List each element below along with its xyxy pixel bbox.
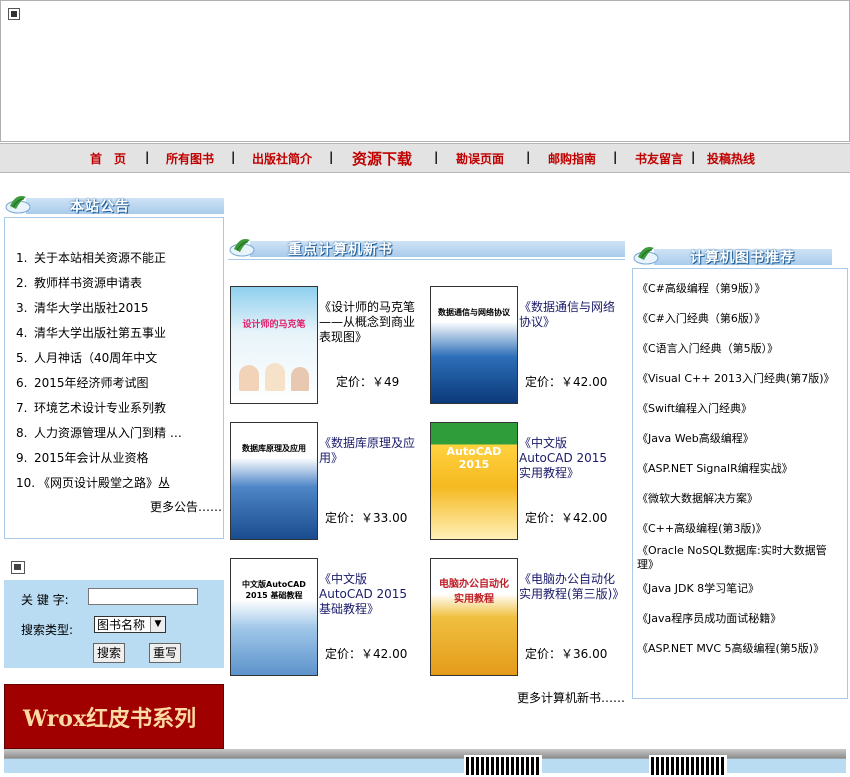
- recommend-item[interactable]: 《微软大数据解决方案》: [637, 490, 758, 506]
- book-leaf-icon: [229, 239, 255, 257]
- book-leaf-icon: [633, 247, 659, 265]
- reset-button[interactable]: 重写: [149, 643, 182, 663]
- book-title-link[interactable]: 《数据库原理及应用》: [319, 436, 419, 466]
- notice-list: 1. 关于本站相关资源不能正 2. 教师样书资源申请表 3. 清华大学出版社2015 …: [4, 217, 224, 539]
- notice-item[interactable]: 7. 环境艺术设计专业系列教: [16, 399, 216, 416]
- nav-separator: |: [145, 150, 150, 164]
- main-nav: 首 页 | 所有图书 | 出版社简介 | 资源下载 | 勘误页面 | 邮购指南 …: [0, 143, 850, 173]
- search-type-select[interactable]: 图书名称 ▼: [94, 616, 166, 633]
- recommend-item[interactable]: 《Java程序员成功面试秘籍》: [637, 610, 781, 626]
- notice-title: 本站公告: [70, 199, 130, 215]
- nav-separator: |: [691, 150, 696, 164]
- book-price: 定价：￥42.00: [325, 647, 408, 661]
- wrox-banner[interactable]: Wrox红皮书系列: [4, 684, 224, 749]
- nav-errata[interactable]: 勘误页面: [456, 150, 504, 167]
- nav-home[interactable]: 首 页: [90, 150, 126, 167]
- book-price: 定价：￥49: [336, 375, 400, 389]
- notice-header: 本站公告: [4, 191, 224, 217]
- broken-image-icon: [11, 561, 25, 574]
- book-title-link[interactable]: 《数据通信与网络协议》: [519, 300, 619, 330]
- featured-title: 重点计算机新书: [288, 242, 393, 258]
- notice-item[interactable]: 8. 人力资源管理从入门到精 …: [16, 424, 216, 441]
- recommend-item[interactable]: 《ASP.NET MVC 5高级编程(第5版)》: [637, 640, 824, 656]
- recommend-title: 计算机图书推荐: [690, 250, 795, 266]
- recommend-item[interactable]: 《Swift编程入门经典》: [637, 400, 752, 416]
- notice-item[interactable]: 2. 教师样书资源申请表: [16, 274, 216, 291]
- book-cover[interactable]: 数据库原理及应用: [230, 422, 318, 540]
- notice-item[interactable]: 10. 《网页设计殿堂之路》丛: [16, 474, 216, 491]
- more-notices-link[interactable]: 更多公告……: [150, 498, 222, 515]
- recommend-item[interactable]: 《ASP.NET SignalR编程实战》: [637, 460, 793, 476]
- recommend-header: 计算机图书推荐: [632, 242, 832, 268]
- notice-item[interactable]: 1. 关于本站相关资源不能正: [16, 249, 216, 266]
- chevron-down-icon: ▼: [150, 617, 165, 632]
- nav-all-books[interactable]: 所有图书: [166, 150, 214, 167]
- recommend-item[interactable]: 《C#高级编程（第9版）》: [637, 280, 765, 296]
- keyword-label: 关 键 字:: [21, 593, 69, 607]
- nav-submission[interactable]: 投稿热线: [707, 150, 755, 167]
- notice-item[interactable]: 9. 2015年会计从业资格: [16, 449, 216, 466]
- recommend-item[interactable]: 《Java Web高级编程》: [637, 430, 754, 446]
- nav-separator: |: [526, 150, 531, 164]
- nav-resource-download[interactable]: 资源下载: [352, 148, 412, 169]
- recommend-list: 《C#高级编程（第9版）》 《C#入门经典（第6版）》 《C语言入门经典（第5版…: [632, 268, 848, 699]
- notice-item[interactable]: 6. 2015年经济师考试图: [16, 374, 216, 391]
- notice-item[interactable]: 5. 人月神话（40周年中文: [16, 349, 216, 366]
- book-title-link[interactable]: 《电脑办公自动化实用教程(第三版)》: [519, 572, 624, 602]
- book-leaf-icon: [5, 196, 31, 214]
- recommend-item[interactable]: 《C语言入门经典（第5版）》: [637, 340, 778, 356]
- recommend-item[interactable]: 《C#入门经典（第6版）》: [637, 310, 765, 326]
- recommend-item[interactable]: 《C++高级编程(第3版)》: [637, 520, 767, 536]
- book-cover[interactable]: 数据通信与网络协议: [430, 286, 518, 404]
- top-banner: [0, 0, 850, 142]
- search-button[interactable]: 搜索: [93, 643, 126, 663]
- notice-item[interactable]: 3. 清华大学出版社2015: [16, 299, 216, 316]
- notice-item[interactable]: 4. 清华大学出版社第五事业: [16, 324, 216, 341]
- qr-code: [464, 755, 542, 777]
- book-title-link[interactable]: 《中文版AutoCAD 2015实用教程》: [519, 436, 619, 481]
- wrox-banner-text: Wrox红皮书系列: [23, 706, 197, 732]
- qr-code: [649, 755, 727, 777]
- book-cover[interactable]: AutoCAD 2015: [430, 422, 518, 540]
- book-title-link[interactable]: 《中文版AutoCAD 2015基础教程》: [319, 572, 419, 617]
- recommend-item[interactable]: 《Visual C++ 2013入门经典(第7版)》: [637, 370, 835, 386]
- nav-separator: |: [434, 150, 439, 164]
- nav-mail-order[interactable]: 邮购指南: [548, 150, 596, 167]
- nav-publisher-intro[interactable]: 出版社简介: [252, 150, 312, 167]
- search-type-label: 搜索类型:: [21, 623, 74, 637]
- book-title-link[interactable]: 《设计师的马克笔——从概念到商业表现图》: [319, 300, 419, 345]
- recommend-item[interactable]: 《Oracle NoSQL数据库:实时大数据管理》: [637, 544, 841, 572]
- featured-header: 重点计算机新书: [228, 234, 625, 260]
- broken-image-icon: [8, 8, 20, 20]
- book-cover[interactable]: 电脑办公自动化 实用教程: [430, 558, 518, 676]
- nav-guestbook[interactable]: 书友留言: [635, 150, 683, 167]
- search-box: 关 键 字: 搜索类型: 图书名称 ▼ 搜索 重写: [4, 580, 224, 668]
- nav-separator: |: [231, 150, 236, 164]
- book-price: 定价：￥33.00: [325, 511, 408, 525]
- keyword-input[interactable]: [88, 588, 198, 605]
- book-price: 定价：￥42.00: [525, 375, 608, 389]
- book-cover[interactable]: 设计师的马克笔: [230, 286, 318, 404]
- nav-separator: |: [329, 150, 334, 164]
- book-cover[interactable]: 中文版AutoCAD 2015 基础教程: [230, 558, 318, 676]
- recommend-item[interactable]: 《Java JDK 8学习笔记》: [637, 580, 759, 596]
- nav-separator: |: [613, 150, 618, 164]
- more-new-books-link[interactable]: 更多计算机新书……: [517, 689, 625, 706]
- book-price: 定价：￥36.00: [525, 647, 608, 661]
- book-price: 定价：￥42.00: [525, 511, 608, 525]
